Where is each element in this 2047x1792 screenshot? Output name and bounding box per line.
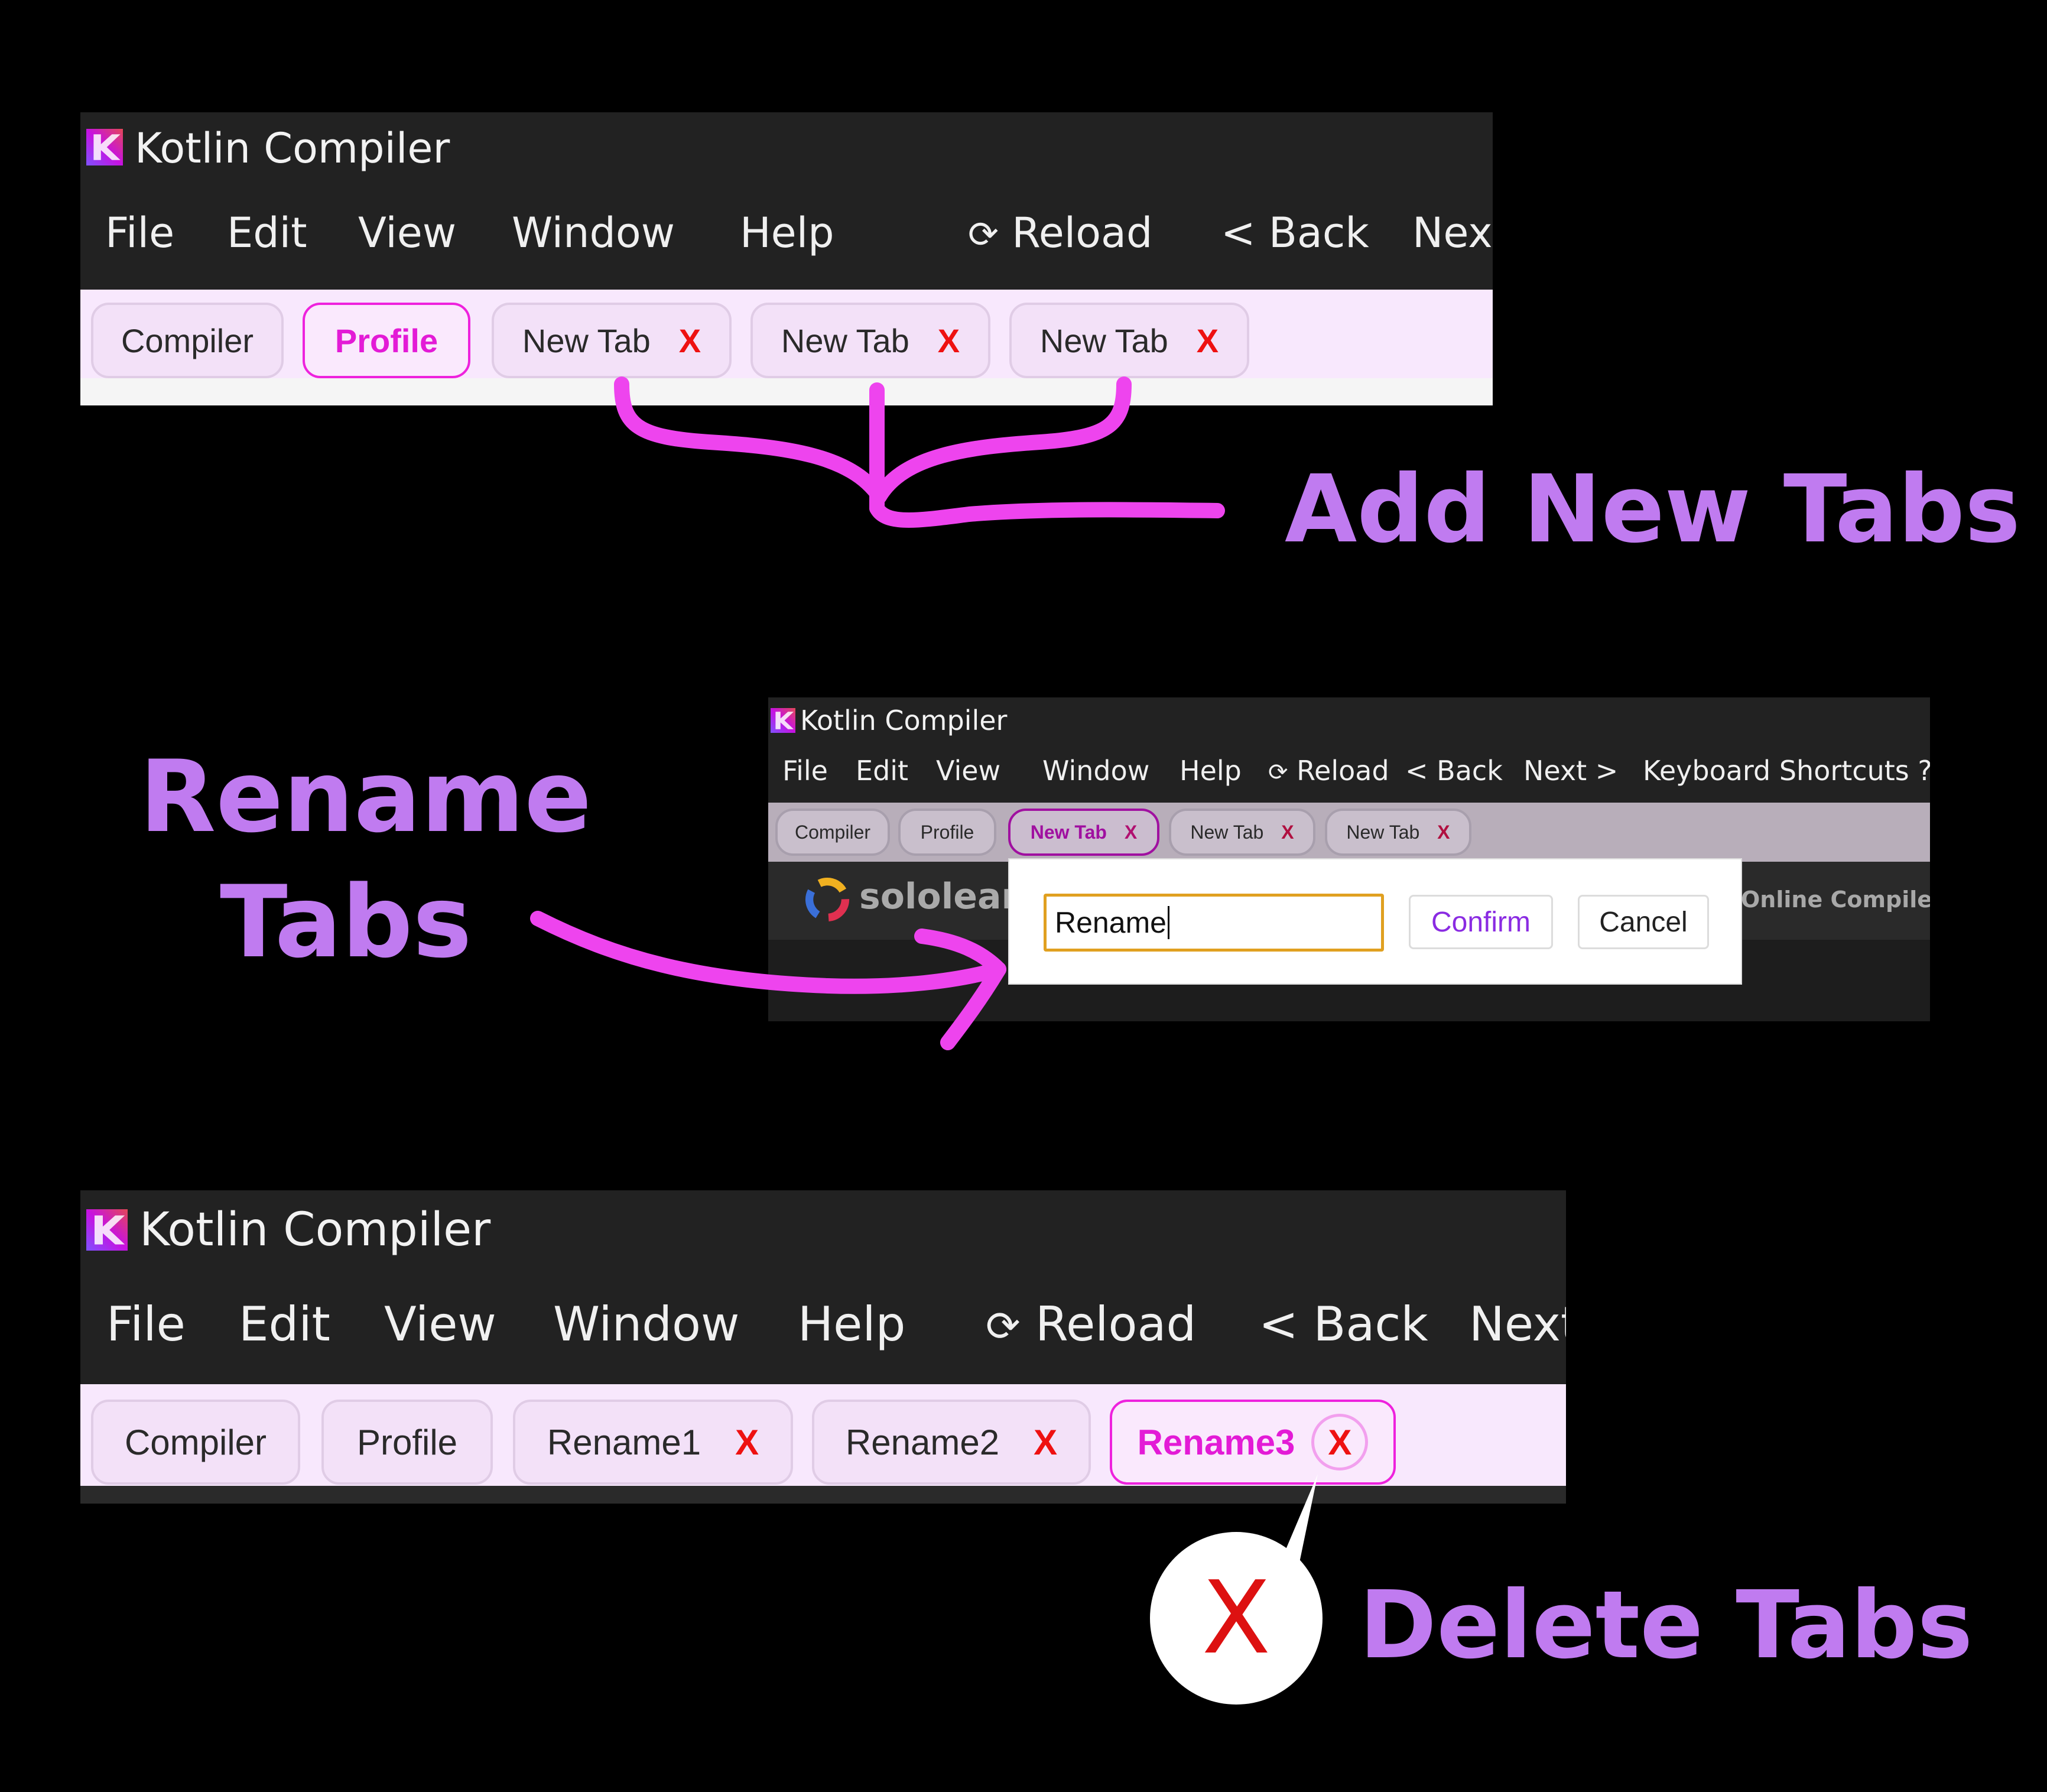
annotation-add-new-tabs: Add New Tabs [1285,455,2021,564]
tab-compiler[interactable]: Compiler [91,303,284,378]
window-panel-rename: Kotlin Compiler File Edit View Window He… [768,697,1930,1021]
reload-button[interactable]: ⟳ Reload [968,209,1152,257]
menu-window[interactable]: Window [1042,755,1149,787]
tab-compiler[interactable]: Compiler [775,809,890,856]
annotation-rename-line2: Tabs [220,864,472,980]
menu-edit[interactable]: Edit [856,755,908,787]
menu-view[interactable]: View [384,1297,496,1352]
tab-new-active[interactable]: New Tab X [1008,809,1159,856]
annotation-delete-tabs: Delete Tabs [1359,1571,1973,1680]
menu-help[interactable]: Help [740,209,834,257]
menu-file[interactable]: File [106,1297,186,1352]
close-tab-icon[interactable]: X [1034,1422,1057,1463]
next-button[interactable]: Next > [1523,755,1618,787]
tab-new-2[interactable]: New Tab X [1169,809,1315,856]
confirm-button[interactable]: Confirm [1409,895,1553,949]
menu-view[interactable]: View [358,209,456,257]
window-panel-delete: Kotlin Compiler File Edit View Window He… [80,1190,1566,1504]
tab-rename2[interactable]: Rename2 X [812,1400,1091,1485]
menu-help[interactable]: Help [798,1297,905,1352]
reload-button[interactable]: ⟳ Reload [1268,755,1389,787]
rename-input[interactable]: Rename [1044,894,1384,952]
tab-profile[interactable]: Profile [303,303,470,378]
next-button[interactable]: Next > [1412,209,1493,257]
sololearn-logo-icon [805,877,850,922]
online-compiler-text: Online Compiler & [1741,887,1930,913]
window-panel-add: Kotlin Compiler File Edit View Window He… [80,112,1493,405]
back-button[interactable]: < Back [1259,1297,1428,1352]
kotlin-logo-icon [771,708,795,733]
close-tab-icon[interactable]: X [1197,322,1219,360]
tab-bar: Compiler Profile Rename1 X Rename2 X Ren… [80,1384,1566,1504]
menu-view[interactable]: View [936,755,1000,787]
close-tab-icon[interactable]: X [735,1422,759,1463]
menu-file[interactable]: File [782,755,828,787]
tab-bar: Compiler Profile New Tab X New Tab X New… [768,803,1930,862]
tab-new-2[interactable]: New Tab X [750,303,990,378]
annotation-rename-line1: Rename [139,739,592,855]
tab-profile[interactable]: Profile [321,1400,493,1485]
tab-rename1[interactable]: Rename1 X [513,1400,793,1485]
menu-file[interactable]: File [105,209,174,257]
back-button[interactable]: < Back [1221,209,1369,257]
menu-help[interactable]: Help [1180,755,1242,787]
close-tab-icon[interactable]: X [679,322,701,360]
delete-x-icon: X [1201,1560,1271,1677]
close-tab-icon[interactable]: X [938,322,960,360]
delete-callout-circle: X [1150,1532,1323,1705]
window-title: Kotlin Compiler [800,705,1008,736]
kotlin-logo-icon [86,129,123,165]
next-button[interactable]: Next [1469,1297,1566,1352]
reload-button[interactable]: ⟳ Reload [986,1297,1196,1352]
tab-rename3[interactable]: Rename3 X [1110,1400,1396,1485]
window-title: Kotlin Compiler [135,124,450,173]
window-title: Kotlin Compiler [139,1203,491,1257]
tab-new-3[interactable]: New Tab X [1009,303,1249,378]
close-tab-icon[interactable]: X [1281,822,1294,843]
back-button[interactable]: < Back [1405,755,1503,787]
menu-window[interactable]: Window [553,1297,739,1352]
close-tab-icon[interactable]: X [1125,822,1137,843]
kotlin-logo-icon [86,1209,128,1251]
menu-window[interactable]: Window [512,209,675,257]
tab-profile[interactable]: Profile [898,809,996,856]
tab-new-1[interactable]: New Tab X [492,303,732,378]
tab-compiler[interactable]: Compiler [91,1400,300,1485]
menu-edit[interactable]: Edit [227,209,307,257]
reload-icon: ⟳ [968,213,999,256]
menu-edit[interactable]: Edit [239,1297,330,1352]
tab-bar: Compiler Profile New Tab X New Tab X New… [80,290,1493,405]
reload-icon: ⟳ [1268,759,1288,786]
close-tab-icon[interactable]: X [1437,822,1450,843]
keyboard-shortcuts-button[interactable]: Keyboard Shortcuts ? [1643,755,1930,787]
tab-new-3[interactable]: New Tab X [1325,809,1471,856]
rename-dialog: Rename Confirm Cancel [1008,858,1742,985]
close-tab-icon[interactable]: X [1311,1414,1369,1470]
cancel-button[interactable]: Cancel [1578,895,1709,949]
reload-icon: ⟳ [986,1301,1021,1351]
